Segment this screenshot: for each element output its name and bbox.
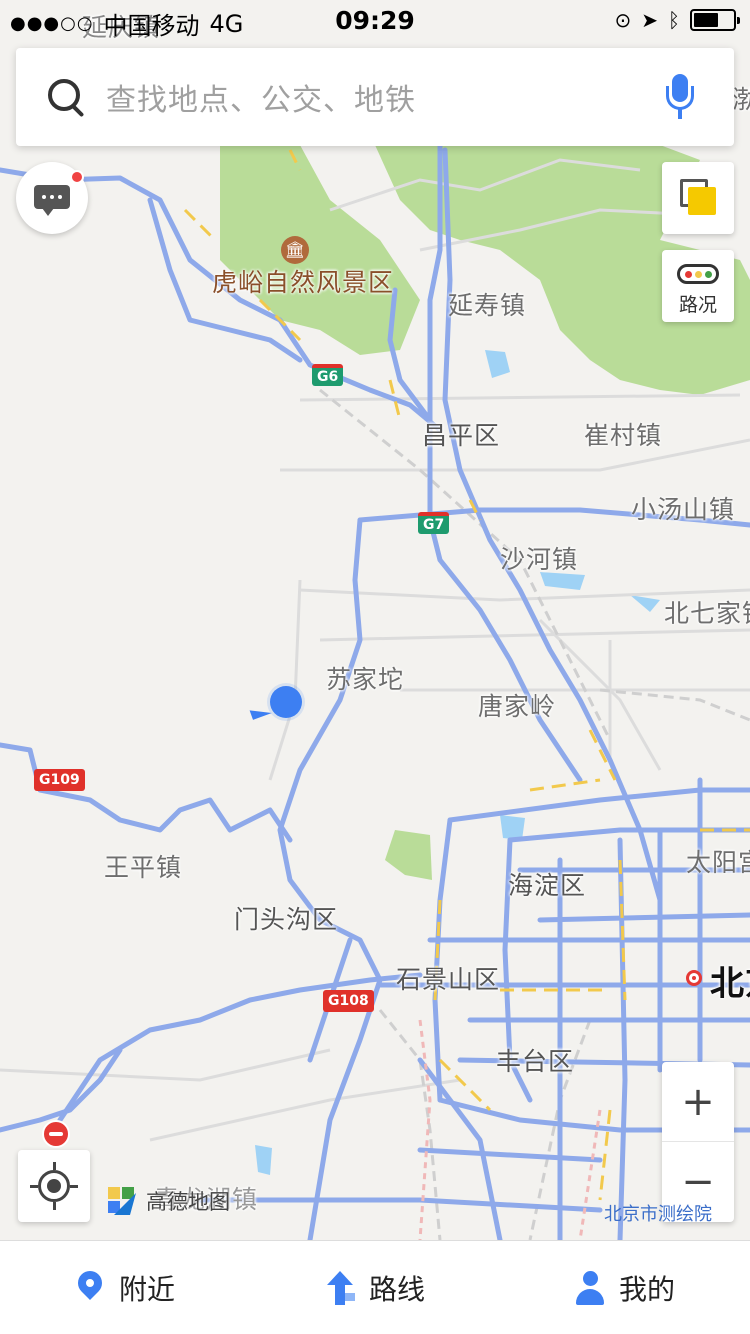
place-label-district[interactable]: 海淀区 xyxy=(508,866,586,902)
map-copyright: 北京市测绘院 xyxy=(604,1204,712,1225)
water-body xyxy=(485,350,510,378)
message-button[interactable] xyxy=(16,162,88,234)
notification-badge xyxy=(70,170,84,184)
message-bubble-icon xyxy=(34,185,70,216)
ring-road xyxy=(447,787,750,823)
pin-icon xyxy=(73,1265,107,1305)
tab-label: 我的 xyxy=(618,1272,675,1306)
search-icon xyxy=(46,77,86,117)
water-body xyxy=(630,595,660,612)
place-label[interactable]: 苏家坨 xyxy=(326,660,404,696)
park-area xyxy=(385,830,432,880)
traffic-label: 路况 xyxy=(678,294,717,316)
route-icon xyxy=(325,1270,355,1305)
map-canvas[interactable] xyxy=(0,0,750,1240)
search-bar[interactable]: 查找地点、公交、地铁 xyxy=(16,48,734,146)
road-shield-g7: G7 xyxy=(418,512,450,534)
place-label[interactable]: 崔村镇 xyxy=(584,416,662,452)
traffic-light-icon xyxy=(677,264,719,284)
status-bar: ●●●○○ 中国移动 4G 09:29 ⊙ ➤ ᛒ xyxy=(0,0,750,40)
microphone-icon[interactable] xyxy=(660,72,700,122)
zoom-control: + − xyxy=(662,1062,734,1222)
place-label[interactable]: 小汤山镇 xyxy=(631,490,735,526)
expressway xyxy=(277,517,383,1240)
water-body xyxy=(500,815,525,840)
place-label-scenic[interactable]: 虎峪自然风景区 xyxy=(212,263,394,299)
search-input[interactable]: 查找地点、公交、地铁 xyxy=(106,75,660,119)
tab-label: 附近 xyxy=(118,1272,175,1306)
tab-mine[interactable]: 我的 xyxy=(500,1241,750,1334)
brand-watermark: 高德地图 xyxy=(104,1183,230,1219)
place-label[interactable]: 唐家岭 xyxy=(478,687,556,723)
location-arrow-icon: ➤ xyxy=(641,8,658,32)
place-label-capital[interactable]: 北京 xyxy=(710,956,750,1005)
map-layers-button[interactable] xyxy=(662,162,734,234)
place-label[interactable]: 延寿镇 xyxy=(448,286,526,322)
ring-road xyxy=(197,1197,603,1213)
place-label[interactable]: 太阳宫 xyxy=(686,843,750,879)
place-label: 渤 xyxy=(732,85,750,114)
road-shield-g6: G6 xyxy=(312,364,344,386)
scenic-spot-icon[interactable]: 🏛 xyxy=(281,236,309,264)
place-label[interactable]: 北七家镇 xyxy=(664,594,750,630)
battery-icon xyxy=(690,9,740,31)
place-label[interactable]: 王平镇 xyxy=(104,848,182,884)
water-body xyxy=(255,1145,272,1175)
rotation-lock-icon: ⊙ xyxy=(614,8,632,32)
user-icon xyxy=(575,1270,605,1305)
traffic-button[interactable]: 路况 xyxy=(662,250,734,322)
map-view[interactable]: 🏛 G6 G7 G109 G108 延庆镇 渤 虎峪自然风景区 延寿镇 昌平区 … xyxy=(0,0,750,1240)
capital-marker-icon xyxy=(686,970,702,986)
place-label-district[interactable]: 丰台区 xyxy=(496,1042,574,1078)
no-entry-icon xyxy=(42,1120,70,1148)
current-location-marker[interactable] xyxy=(270,686,302,718)
bluetooth-icon: ᛒ xyxy=(668,8,680,32)
brand-name: 高德地图 xyxy=(146,1190,230,1214)
place-label-district[interactable]: 门头沟区 xyxy=(234,900,338,936)
expressway xyxy=(0,742,293,843)
ring-road xyxy=(537,912,750,923)
amap-logo-icon xyxy=(104,1183,140,1219)
bottom-tab-bar: 附近 路线 我的 xyxy=(0,1240,750,1334)
road-shield-g109: G109 xyxy=(34,769,85,791)
place-label[interactable]: 沙河镇 xyxy=(500,540,578,576)
zoom-in-button[interactable]: + xyxy=(662,1062,734,1142)
tab-label: 路线 xyxy=(368,1272,425,1306)
locate-me-button[interactable] xyxy=(18,1150,90,1222)
ring-road xyxy=(417,1147,603,1163)
place-label-district[interactable]: 石景山区 xyxy=(396,960,500,996)
road-shield-g108: G108 xyxy=(323,990,374,1012)
tab-route[interactable]: 路线 xyxy=(250,1241,500,1334)
battery-level xyxy=(694,13,718,27)
ring-road xyxy=(617,837,628,1240)
place-label-district[interactable]: 昌平区 xyxy=(422,416,500,452)
tab-nearby[interactable]: 附近 xyxy=(0,1241,250,1334)
